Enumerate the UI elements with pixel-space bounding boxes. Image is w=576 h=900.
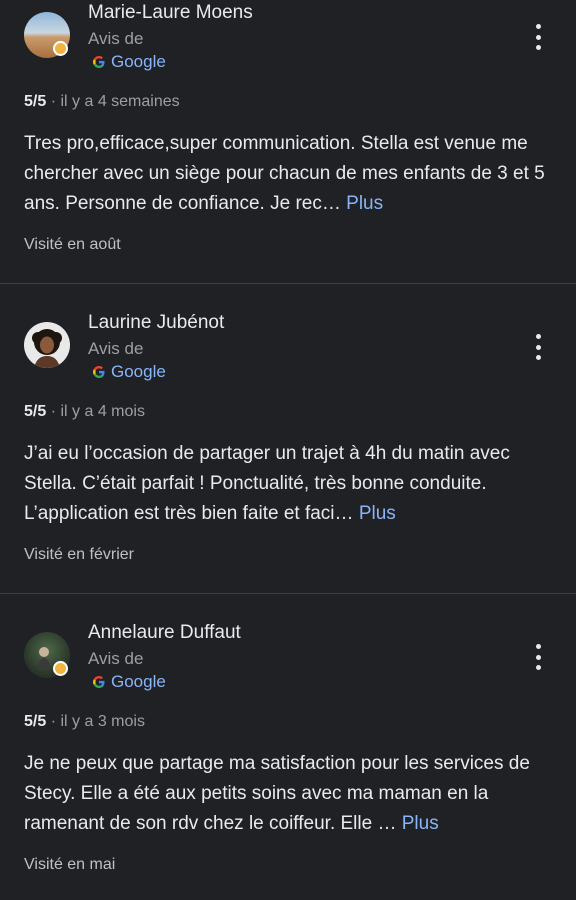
google-label: Google — [111, 362, 166, 381]
more-link[interactable]: Plus — [402, 813, 439, 834]
google-source: Google — [91, 672, 166, 692]
review-source-label: Avis de — [88, 339, 144, 358]
review-time: · il y a 3 mois — [46, 713, 145, 730]
google-label: Google — [111, 672, 166, 691]
google-g-icon — [93, 56, 105, 68]
google-source: Google — [91, 362, 166, 382]
local-guide-badge — [53, 661, 68, 676]
more-link[interactable]: Plus — [346, 193, 383, 214]
rating-line: 5/5 · il y a 3 mois — [24, 713, 145, 731]
more-options-button[interactable] — [528, 644, 548, 670]
more-link[interactable]: Plus — [359, 503, 396, 524]
review-source-label: Avis de — [88, 29, 144, 48]
review-time: · il y a 4 semaines — [46, 93, 180, 110]
visited-date: Visité en mai — [24, 856, 116, 873]
visited-date: Visité en février — [24, 546, 134, 563]
google-g-icon — [93, 676, 105, 688]
review-text-body: J’ai eu l’occasion de partager un trajet… — [24, 443, 510, 524]
visited-date: Visité en août — [24, 236, 121, 253]
google-source: Google — [91, 52, 166, 72]
reviewer-name[interactable]: Laurine Jubénot — [88, 312, 224, 334]
rating-value: 5/5 — [24, 93, 47, 110]
google-g-icon — [93, 366, 105, 378]
more-options-button[interactable] — [528, 24, 548, 50]
google-label: Google — [111, 52, 166, 71]
review-card: Laurine Jubénot Avis de Google 5/5 · il … — [0, 284, 576, 594]
avatar-portrait — [32, 329, 62, 368]
local-guide-badge — [53, 41, 68, 56]
reviewer-name[interactable]: Marie-Laure Moens — [88, 2, 253, 24]
rating-line: 5/5 · il y a 4 semaines — [24, 93, 180, 111]
avatar[interactable] — [24, 322, 70, 368]
rating-value: 5/5 — [24, 713, 47, 730]
review-time: · il y a 4 mois — [46, 403, 145, 420]
reviewer-name[interactable]: Annelaure Duffaut — [88, 622, 241, 644]
review-text-body: Tres pro,efficace,super communication. S… — [24, 133, 545, 214]
review-text: Tres pro,efficace,super communication. S… — [24, 129, 559, 219]
review-card: Marie-Laure Moens Avis de Google 5/5 · i… — [0, 0, 576, 284]
review-text-body: Je ne peux que partage ma satisfaction p… — [24, 753, 530, 834]
rating-line: 5/5 · il y a 4 mois — [24, 403, 145, 421]
review-text: Je ne peux que partage ma satisfaction p… — [24, 749, 559, 839]
review-source-label: Avis de — [88, 649, 144, 668]
review-text: J’ai eu l’occasion de partager un trajet… — [24, 439, 559, 529]
rating-value: 5/5 — [24, 403, 47, 420]
more-options-button[interactable] — [528, 334, 548, 360]
review-card: Annelaure Duffaut Avis de Google 5/5 · i… — [0, 594, 576, 900]
